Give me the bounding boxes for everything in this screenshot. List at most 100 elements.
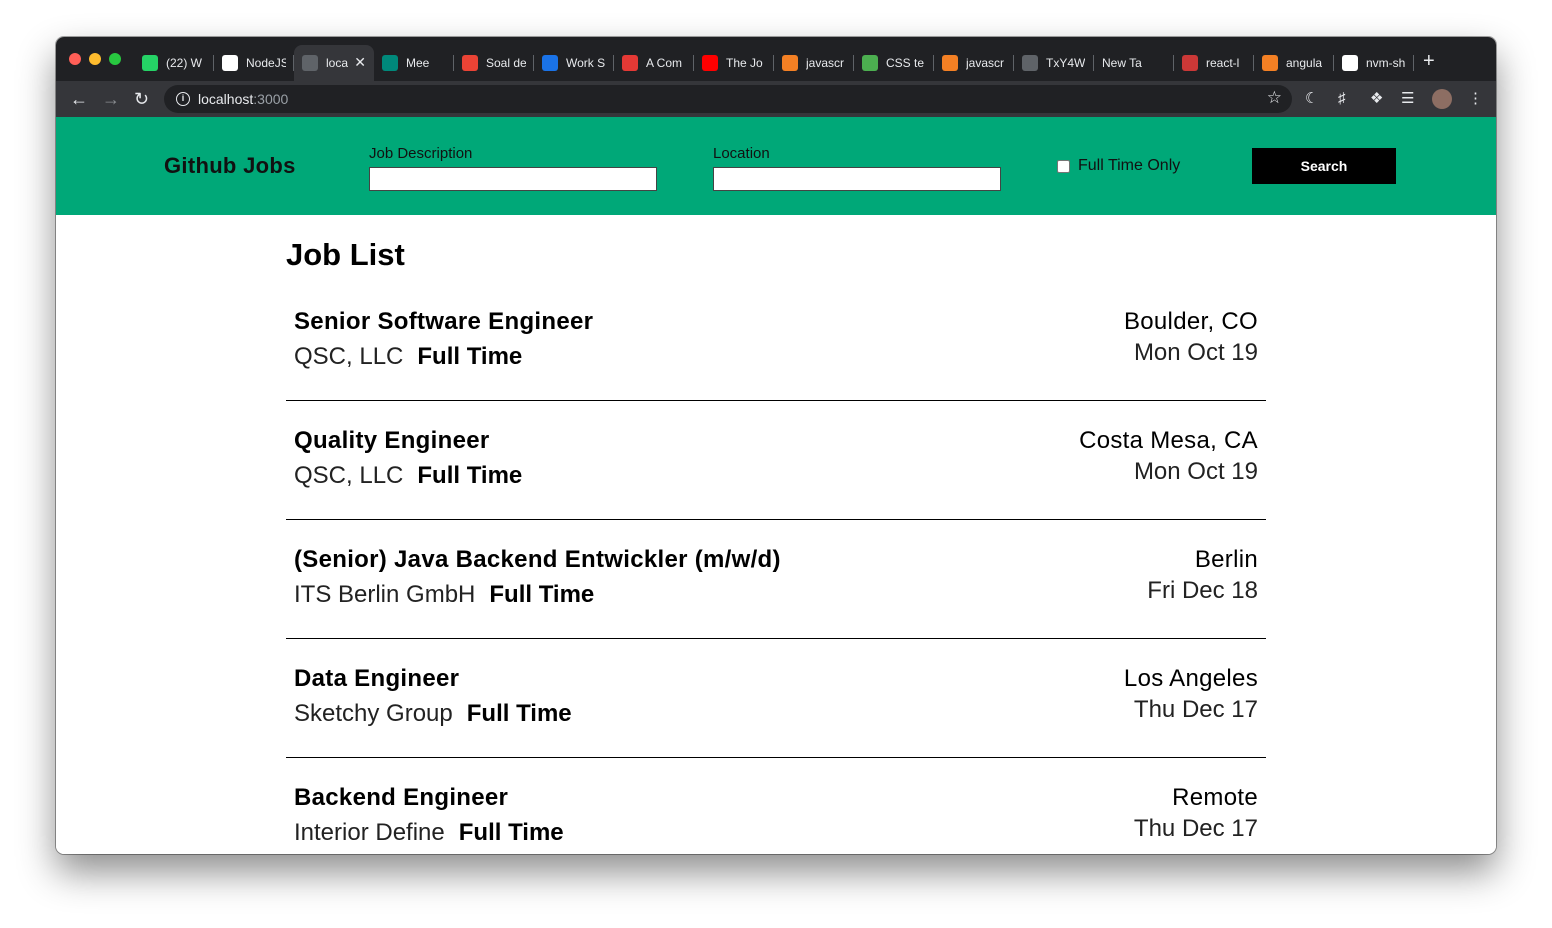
tab-title: javascr bbox=[966, 56, 1005, 70]
main-content: Job List Senior Software Engineer QSC, LL… bbox=[56, 215, 1496, 854]
job-type: Full Time bbox=[489, 581, 595, 608]
page-icon bbox=[302, 55, 318, 71]
address-bar[interactable]: i localhost:3000 ☆ bbox=[164, 85, 1292, 113]
browser-tab[interactable]: (22) W bbox=[134, 45, 214, 81]
job-meta: QSC, LLC Full Time bbox=[294, 343, 522, 371]
whatsapp-icon bbox=[142, 55, 158, 71]
browser-tab[interactable]: A Com bbox=[614, 45, 694, 81]
location-label: Location bbox=[713, 145, 770, 162]
job-description-label: Job Description bbox=[369, 145, 473, 162]
site-info-icon[interactable]: i bbox=[176, 92, 190, 106]
job-row[interactable]: Quality Engineer QSC, LLC Full Time Costa M… bbox=[286, 401, 1266, 520]
maximize-window-button[interactable] bbox=[109, 53, 121, 65]
browser-tab[interactable]: Work S bbox=[534, 45, 614, 81]
tab-title: Soal de bbox=[486, 56, 526, 70]
browser-window: (22) W NodeJS loca ✕ Mee Soal de Work S A Com Th… bbox=[56, 37, 1496, 854]
job-meta: ITS Berlin GmbH Full Time bbox=[294, 581, 594, 609]
tab-title: CSS te bbox=[886, 56, 925, 70]
tab-title: A Com bbox=[646, 56, 683, 70]
extensions-puzzle-icon[interactable]: ❖ bbox=[1370, 90, 1383, 108]
job-title[interactable]: Data Engineer bbox=[294, 665, 459, 693]
minimize-window-button[interactable] bbox=[89, 53, 101, 65]
job-meta: QSC, LLC Full Time bbox=[294, 462, 522, 490]
browser-tab[interactable]: New Tab bbox=[1094, 45, 1174, 81]
job-type: Full Time bbox=[458, 819, 564, 846]
browser-tab[interactable]: TxY4W bbox=[1014, 45, 1094, 81]
job-meta: Sketchy Group Full Time bbox=[294, 700, 572, 728]
job-date: Thu Dec 17 bbox=[1133, 696, 1258, 723]
job-row[interactable]: Senior Software Engineer QSC, LLC Full Tim… bbox=[286, 282, 1266, 401]
google-meet-icon bbox=[382, 55, 398, 71]
page-title: Job List bbox=[286, 237, 405, 272]
job-title[interactable]: Senior Software Engineer bbox=[294, 308, 593, 336]
browser-tab[interactable]: nvm-sh bbox=[1334, 45, 1414, 81]
app-header: Github Jobs Job Description Location Ful… bbox=[56, 117, 1496, 215]
job-type: Full Time bbox=[466, 700, 572, 727]
browser-tab[interactable]: NodeJS bbox=[214, 45, 294, 81]
extension-fox-icon[interactable]: ☾ bbox=[1305, 90, 1318, 108]
job-location: Costa Mesa, CA bbox=[1079, 427, 1258, 454]
tab-title: Mee bbox=[406, 56, 430, 70]
stackoverflow-icon bbox=[1262, 55, 1278, 71]
asterisk-icon bbox=[622, 55, 638, 71]
browser-tab[interactable]: react-l bbox=[1174, 45, 1254, 81]
job-row[interactable]: Backend Engineer Interior Define Full Time… bbox=[286, 758, 1266, 854]
job-title[interactable]: Backend Engineer bbox=[294, 784, 508, 812]
tab-title: (22) W bbox=[166, 56, 202, 70]
github-icon bbox=[1342, 55, 1358, 71]
tab-title: NodeJS bbox=[246, 56, 286, 70]
browser-tab[interactable]: javascr bbox=[774, 45, 854, 81]
tab-title: The Jo bbox=[726, 56, 763, 70]
job-row[interactable]: Data Engineer Sketchy Group Full Time Los A… bbox=[286, 639, 1266, 758]
bookmark-star-icon[interactable]: ☆ bbox=[1267, 88, 1282, 108]
tab-title: react-l bbox=[1206, 56, 1240, 70]
job-location: Berlin bbox=[1194, 546, 1258, 573]
stackoverflow-icon bbox=[942, 55, 958, 71]
browser-tab[interactable]: CSS te bbox=[854, 45, 934, 81]
npm-icon bbox=[1182, 55, 1198, 71]
url-text: localhost:3000 bbox=[198, 91, 289, 107]
job-title[interactable]: Quality Engineer bbox=[294, 427, 490, 455]
job-meta: Interior Define Full Time bbox=[294, 819, 564, 847]
browser-tab[interactable]: Soal de bbox=[454, 45, 534, 81]
mute-icon[interactable]: ♯ bbox=[1338, 90, 1346, 108]
tab-title: javascr bbox=[806, 56, 845, 70]
tab-title: Work S bbox=[566, 56, 606, 70]
browser-tab[interactable]: javascr bbox=[934, 45, 1014, 81]
browser-tab[interactable]: angula bbox=[1254, 45, 1334, 81]
search-button[interactable]: Search bbox=[1252, 148, 1396, 184]
browser-tab[interactable]: The Jo bbox=[694, 45, 774, 81]
close-window-button[interactable] bbox=[69, 53, 81, 65]
job-row[interactable]: (Senior) Java Backend Entwickler (m/w/d)… bbox=[286, 520, 1266, 639]
job-location: Los Angeles bbox=[1123, 665, 1258, 692]
youtube-icon bbox=[702, 55, 718, 71]
full-time-checkbox[interactable] bbox=[1057, 160, 1070, 173]
menu-kebab-icon[interactable]: ⋮ bbox=[1468, 90, 1483, 108]
github-icon bbox=[222, 55, 238, 71]
gmail-icon bbox=[462, 55, 478, 71]
job-description-input[interactable] bbox=[369, 167, 657, 191]
globe-icon bbox=[1022, 55, 1038, 71]
tab-title: New Tab bbox=[1102, 56, 1142, 70]
job-company: QSC, LLC bbox=[294, 343, 404, 370]
tab-title: nvm-sh bbox=[1366, 56, 1406, 70]
reload-icon[interactable]: ↻ bbox=[134, 87, 149, 111]
tab-title: TxY4W bbox=[1046, 56, 1086, 70]
job-date: Fri Dec 18 bbox=[1147, 577, 1258, 604]
close-tab-icon[interactable]: ✕ bbox=[354, 54, 366, 71]
profile-avatar[interactable] bbox=[1432, 89, 1452, 109]
location-input[interactable] bbox=[713, 167, 1001, 191]
forward-icon[interactable]: → bbox=[102, 87, 120, 111]
media-control-icon[interactable]: ☰ bbox=[1401, 90, 1414, 108]
back-icon[interactable]: ← bbox=[70, 87, 88, 111]
new-tab-button[interactable]: + bbox=[1423, 51, 1435, 71]
job-date: Mon Oct 19 bbox=[1133, 458, 1258, 485]
browser-tab[interactable]: Mee bbox=[374, 45, 454, 81]
job-type: Full Time bbox=[417, 343, 523, 370]
brand-title: Github Jobs bbox=[164, 153, 296, 178]
browser-tab[interactable]: loca ✕ bbox=[294, 45, 374, 81]
job-type: Full Time bbox=[417, 462, 523, 489]
job-date: Thu Dec 17 bbox=[1133, 815, 1258, 842]
job-location: Boulder, CO bbox=[1123, 308, 1258, 335]
job-title[interactable]: (Senior) Java Backend Entwickler (m/w/d) bbox=[294, 546, 781, 574]
